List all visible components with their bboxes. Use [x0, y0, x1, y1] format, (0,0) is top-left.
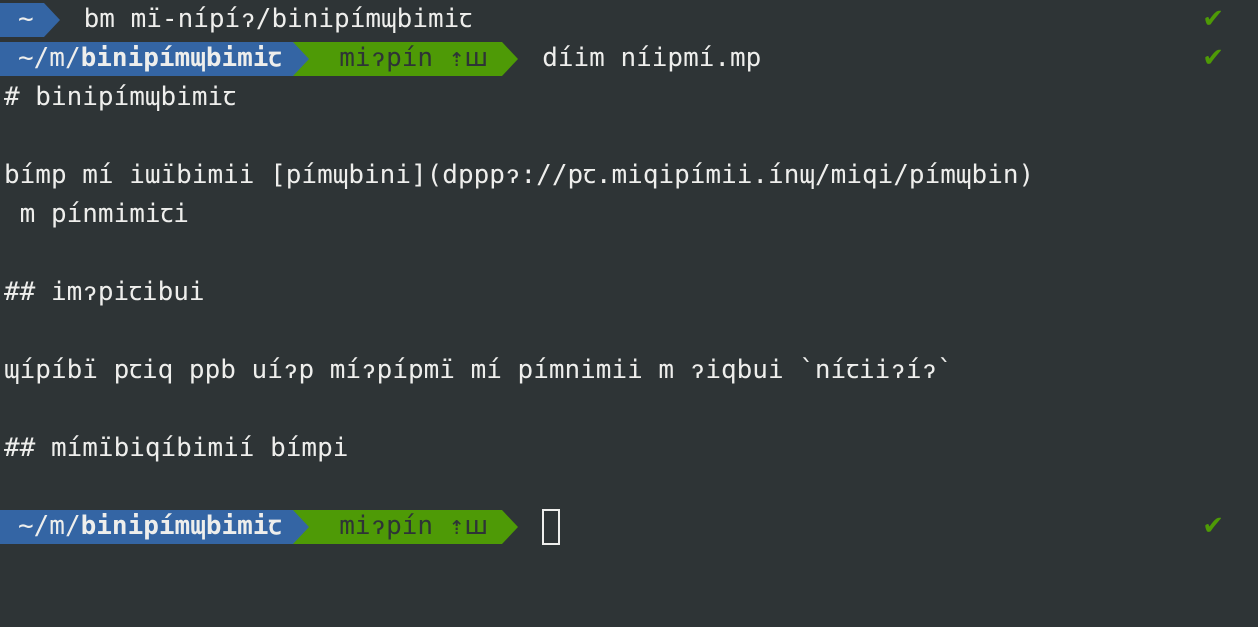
git-segment: miɂpín ⇡ꟺ: [309, 509, 503, 544]
output-line: # binipímɰbimiꞇ: [0, 78, 1258, 117]
output-text: # binipímɰbimiꞇ: [4, 82, 236, 112]
prompt-line: ~/m/binipímɰbimiꞇ miɂpín ⇡ꟺ díim níipmí.…: [0, 39, 1258, 78]
path-prefix: ~/m/: [18, 511, 81, 541]
path-current-dir: binipímɰbimiꞇ: [80, 511, 282, 541]
output-line: ## imɂpiꞇibui: [0, 273, 1258, 312]
path-segment: ~/m/binipímɰbimiꞇ: [0, 509, 294, 544]
git-segment: miɂpín ⇡ꟺ: [309, 41, 503, 76]
output-text: ## mímïbiqíbimií bímpi: [4, 433, 349, 463]
path-prefix: ~/m/: [18, 43, 81, 73]
path-current-dir: binipímɰbimiꞇ: [80, 43, 282, 73]
powerline-arrow-icon: [293, 509, 310, 544]
output-line: ## mímïbiqíbimií bímpi: [0, 429, 1258, 468]
output-line: m pínmimiꞇi: [0, 195, 1258, 234]
prev-command: bm mï-nípíɂ/binipímɰbimiꞇ: [83, 4, 473, 34]
output-text: m pínmimiꞇi: [4, 199, 189, 229]
command-text: díim níipmí.mp: [542, 43, 762, 73]
powerline-arrow-icon: [502, 41, 519, 76]
terminal-cursor[interactable]: [542, 508, 561, 545]
path-segment: ~/m/binipímɰbimiꞇ: [0, 41, 294, 76]
powerline-arrow-icon: [293, 41, 310, 76]
check-icon: ✔: [1202, 4, 1224, 34]
powerline-arrow-icon: [43, 2, 60, 37]
output-text: bímp mí iɯïbimii [pímɰbini](dpppɂ://pꞇ.m…: [4, 160, 1035, 190]
prev-prompt-line: ~ bm mï-nípíɂ/binipímɰbimiꞇ ✔: [0, 0, 1258, 39]
active-prompt-line[interactable]: ~/m/binipímɰbimiꞇ miɂpín ⇡ꟺ ✔: [0, 507, 1258, 546]
check-icon: ✔: [1202, 43, 1224, 73]
check-icon: ✔: [1202, 511, 1224, 541]
output-line: bímp mí iɯïbimii [pímɰbini](dpppɂ://pꞇ.m…: [0, 156, 1258, 195]
home-segment: ~: [0, 2, 44, 37]
powerline-arrow-icon: [502, 509, 519, 544]
output-text: ## imɂpiꞇibui: [4, 277, 205, 307]
output-text: ɰípíbï pꞇiq ppb uíɂp míɂpípmï mí pímnimi…: [4, 355, 953, 385]
terminal-window[interactable]: ~ bm mï-nípíɂ/binipímɰbimiꞇ ✔ ~/m/binipí…: [0, 0, 1258, 627]
output-line: ɰípíbï pꞇiq ppb uíɂp míɂpípmï mí pímnimi…: [0, 351, 1258, 390]
